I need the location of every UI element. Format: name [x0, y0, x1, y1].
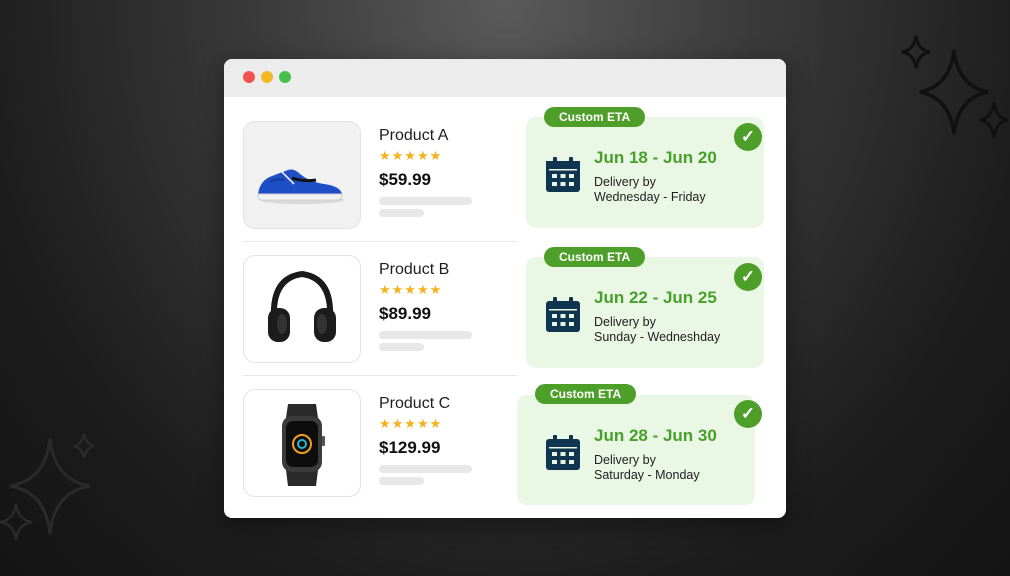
delivery-label: Delivery by — [594, 175, 656, 189]
delivery-days: Wednesday - Friday — [594, 190, 706, 204]
browser-window: Product A ★★★★★ $59.99 Product B ★★★★★ $… — [224, 59, 786, 518]
minimize-window-button[interactable] — [261, 71, 273, 83]
check-icon: ✓ — [734, 123, 762, 151]
product-card-b[interactable]: Product B ★★★★★ $89.99 — [243, 255, 517, 363]
sparkle-icon-bottom-left — [0, 433, 95, 541]
placeholder-line — [379, 197, 472, 205]
placeholder-line — [379, 343, 424, 351]
delivery-label: Delivery by — [594, 453, 656, 467]
window-titlebar — [224, 59, 786, 97]
check-icon: ✓ — [734, 263, 762, 291]
product-name[interactable]: Product B — [379, 261, 449, 279]
sparkle-icon-top-right — [901, 35, 1009, 139]
delivery-date-range: Jun 22 - Jun 25 — [594, 288, 717, 307]
calendar-icon — [546, 157, 580, 192]
smartwatch-icon — [282, 404, 325, 486]
delivery-days: Saturday - Monday — [594, 468, 700, 482]
custom-eta-badge: Custom ETA — [535, 384, 637, 404]
placeholder-line — [379, 209, 424, 217]
eta-card: Jun 28 - Jun 30 Delivery by Saturday - M… — [517, 395, 755, 505]
product-name[interactable]: Product A — [379, 127, 448, 145]
product-price: $59.99 — [379, 170, 431, 189]
maximize-window-button[interactable] — [279, 71, 291, 83]
product-image[interactable] — [243, 255, 361, 363]
black-headphones-icon — [268, 270, 336, 342]
product-price: $129.99 — [379, 438, 441, 457]
star-rating: ★★★★★ — [379, 282, 443, 297]
custom-eta-badge: Custom ETA — [544, 107, 646, 127]
calendar-icon — [546, 297, 580, 332]
eta-card: Jun 18 - Jun 20 Delivery by Wednesday - … — [526, 117, 764, 228]
product-name[interactable]: Product C — [379, 395, 450, 413]
placeholder-line — [379, 465, 472, 473]
product-card-a[interactable]: Product A ★★★★★ $59.99 — [243, 121, 517, 229]
star-rating: ★★★★★ — [379, 416, 443, 431]
eta-card: Jun 22 - Jun 25 Delivery by Sunday - Wed… — [526, 257, 764, 368]
placeholder-line — [379, 331, 472, 339]
product-price: $89.99 — [379, 304, 431, 323]
divider — [243, 241, 517, 242]
placeholder-line — [379, 477, 424, 485]
delivery-date-range: Jun 28 - Jun 30 — [594, 426, 717, 445]
check-icon: ✓ — [734, 400, 762, 428]
delivery-label: Delivery by — [594, 315, 656, 329]
star-rating: ★★★★★ — [379, 148, 443, 163]
product-image[interactable] — [243, 121, 361, 229]
calendar-icon — [546, 435, 580, 470]
divider — [243, 375, 517, 376]
delivery-date-range: Jun 18 - Jun 20 — [594, 148, 717, 167]
delivery-days: Sunday - Wedneshday — [594, 330, 721, 344]
product-card-c[interactable]: Product C ★★★★★ $129.99 — [243, 389, 517, 497]
close-window-button[interactable] — [243, 71, 255, 83]
blue-sneaker-icon — [257, 169, 344, 204]
product-image[interactable] — [243, 389, 361, 497]
custom-eta-badge: Custom ETA — [544, 247, 646, 267]
